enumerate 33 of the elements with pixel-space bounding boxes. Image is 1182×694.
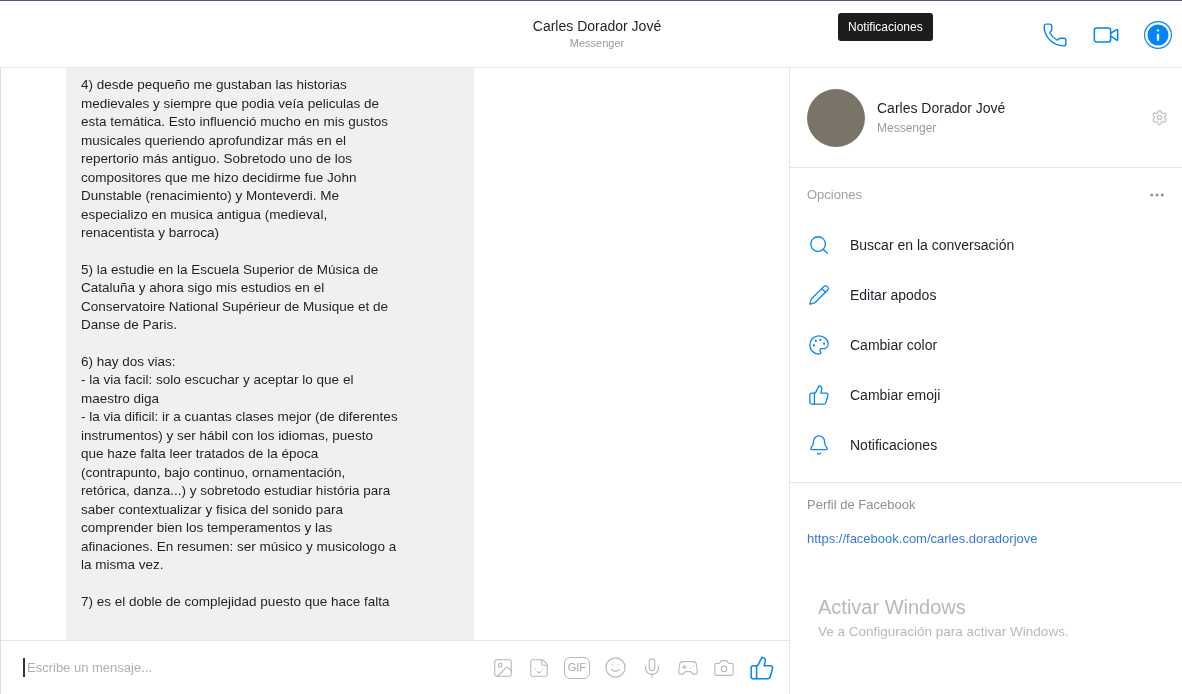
section-label: Opciones: [807, 186, 862, 205]
option-item[interactable]: Buscar en la conversación: [850, 234, 1015, 256]
message-paragraph: 6) hay dos vias: - la via facil: solo escuchar y aceptar lo que el maestro diga - la via dificil: ir a cuantas clases mejor (de diferentes instrumentos) y ser hábil con los idiomas, puesto que haze falta leer tratados de la época (contrapunto, bajo continuo, ornamentación, retórica, danza...) y sobretodo estudiar história para saber contextualizar y fisica del sonido para comprender bien los temperamentos y las afinaciones. En resumen: ser músico y musicologo a la misma vez.: [81, 352, 399, 574]
message-paragraph: 5) la estudie en la Escuela Superior de Música de Cataluña y ahora sigo mis estudios en el Conservatoire National Supérieur de Musique et de Danse de Paris.: [81, 260, 389, 334]
message-paragraph: 4) desde pequeño me gustaban las historias medievales y siempre que podia veía peliculas de esta temática. Esto influenció mucho en mis gustos musicales queriendo aprofundizar más en el repertorio más antiguo. Sobretodo uno de los compositores que me hizo decidirme fue John Dunstable (renacimiento) y Monteverdi. Me especializo en musica antigua (medieval, renacentista y barroca): [81, 76, 389, 242]
option-item[interactable]: Cambiar color: [850, 334, 938, 356]
profile-link[interactable]: https://facebook.com/carles.doradorjove: [807, 528, 1182, 548]
avatar: [807, 88, 865, 147]
section-label: Perfil de Facebook: [807, 496, 917, 514]
tooltip: Notificaciones: [838, 13, 933, 41]
chat-title: Carles Dorador Jové: [532, 16, 662, 35]
option-item[interactable]: Editar apodos: [850, 284, 937, 306]
contact-name: Carles Dorador Jové: [877, 99, 1007, 118]
palette-icon: [808, 334, 830, 356]
thumbs-up-icon[interactable]: [749, 654, 775, 681]
settings-icon[interactable]: [1151, 109, 1168, 126]
contact-subtitle: Messenger: [877, 120, 938, 137]
message-input[interactable]: Escribe un mensaje...: [23, 657, 492, 678]
bell-icon: [808, 434, 830, 456]
option-item[interactable]: Notificaciones: [850, 434, 938, 456]
message-paragraph: 7) es el doble de complejidad puesto que hace falta: [81, 592, 391, 611]
smile-icon[interactable]: [604, 656, 627, 679]
chat-subtitle: Messenger: [569, 35, 625, 51]
option-item[interactable]: Cambiar emoji: [850, 384, 941, 406]
pencil-icon: [808, 284, 830, 306]
notice-text: Ve a Configuración para activar Windows.: [818, 623, 1070, 641]
search-icon: [808, 234, 830, 256]
image-icon[interactable]: [491, 656, 514, 679]
notice-title: Activar Windows: [818, 595, 967, 620]
thumbs-up-icon: [808, 384, 830, 406]
info-button[interactable]: [1144, 21, 1172, 49]
phone-button[interactable]: [1042, 22, 1068, 48]
sticker-icon[interactable]: [527, 656, 550, 679]
